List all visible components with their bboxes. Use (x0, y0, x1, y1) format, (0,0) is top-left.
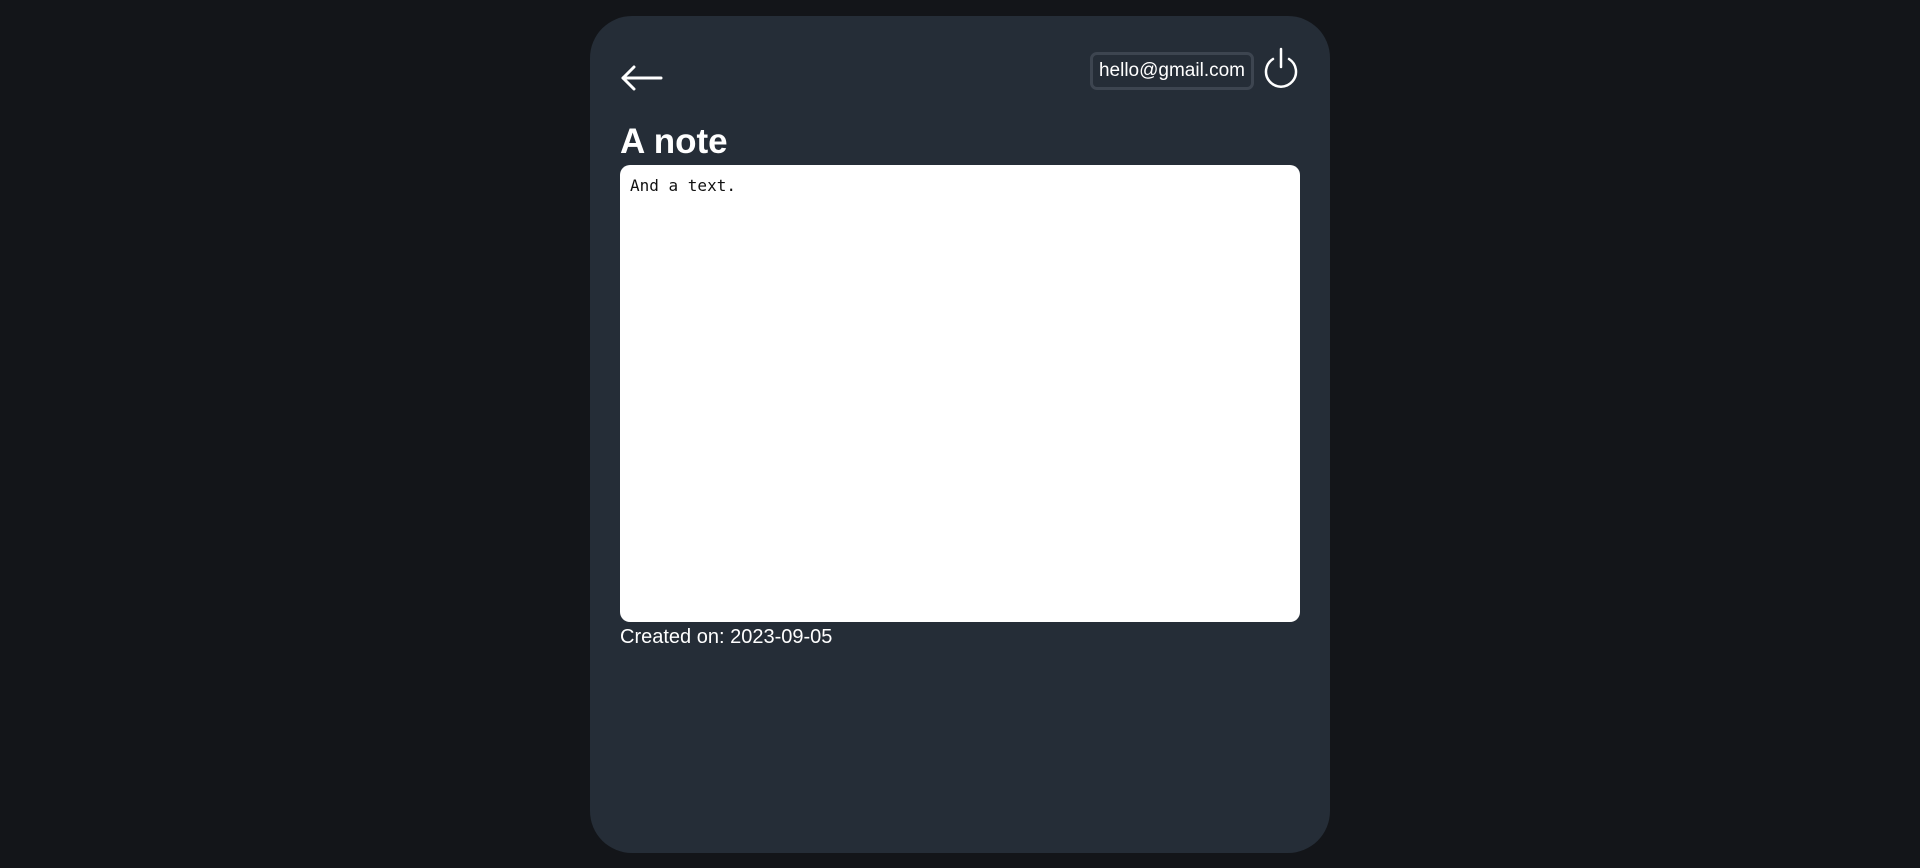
created-date-value: 2023-09-05 (730, 626, 833, 648)
created-label: Created on: (620, 626, 725, 648)
arrow-left-icon (621, 65, 663, 91)
logout-button[interactable] (1262, 47, 1300, 89)
back-button[interactable] (620, 62, 664, 94)
note-text-editor[interactable]: And a text. (620, 165, 1300, 622)
user-email-badge[interactable]: hello@gmail.com (1090, 52, 1254, 90)
note-title: A note (620, 122, 728, 161)
created-date: Created on: 2023-09-05 (620, 623, 832, 651)
power-icon (1264, 47, 1298, 88)
note-card: hello@gmail.com A note And a text. Creat… (590, 16, 1330, 853)
